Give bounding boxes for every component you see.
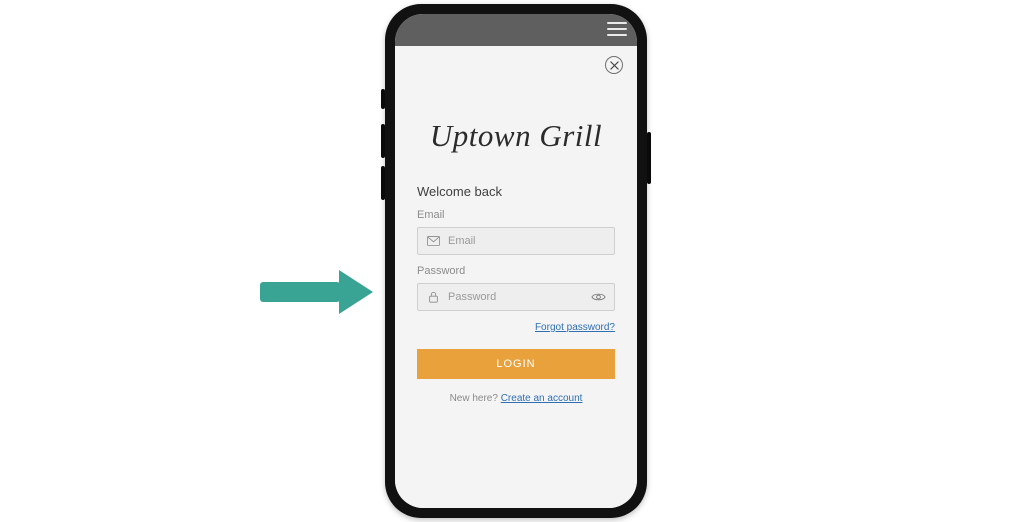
password-input-wrap[interactable] (417, 283, 615, 311)
brand-title: Uptown Grill (417, 118, 615, 154)
forgot-password-link[interactable]: Forgot password? (535, 322, 615, 333)
envelope-icon (426, 234, 440, 248)
eye-icon[interactable] (590, 289, 606, 305)
side-button (381, 124, 385, 158)
side-button (381, 166, 385, 200)
phone-frame: Uptown Grill Welcome back Email Password (385, 4, 647, 518)
signup-prompt-text: New here? (450, 393, 501, 404)
email-input[interactable] (448, 235, 606, 247)
email-input-wrap[interactable] (417, 227, 615, 255)
login-panel: Uptown Grill Welcome back Email Password (395, 46, 637, 508)
login-button[interactable]: LOGIN (417, 349, 615, 379)
signup-prompt-row: New here? Create an account (417, 393, 615, 404)
phone-screen: Uptown Grill Welcome back Email Password (395, 14, 637, 508)
email-label: Email (417, 209, 615, 221)
side-button (647, 132, 651, 184)
lock-icon (426, 290, 440, 304)
password-label: Password (417, 265, 615, 277)
app-topbar (395, 14, 637, 46)
menu-icon[interactable] (607, 22, 627, 36)
pointer-arrow (260, 270, 373, 314)
close-icon[interactable] (605, 56, 623, 74)
welcome-text: Welcome back (417, 184, 615, 199)
password-input[interactable] (448, 291, 590, 303)
side-button (381, 89, 385, 109)
create-account-link[interactable]: Create an account (501, 393, 583, 404)
